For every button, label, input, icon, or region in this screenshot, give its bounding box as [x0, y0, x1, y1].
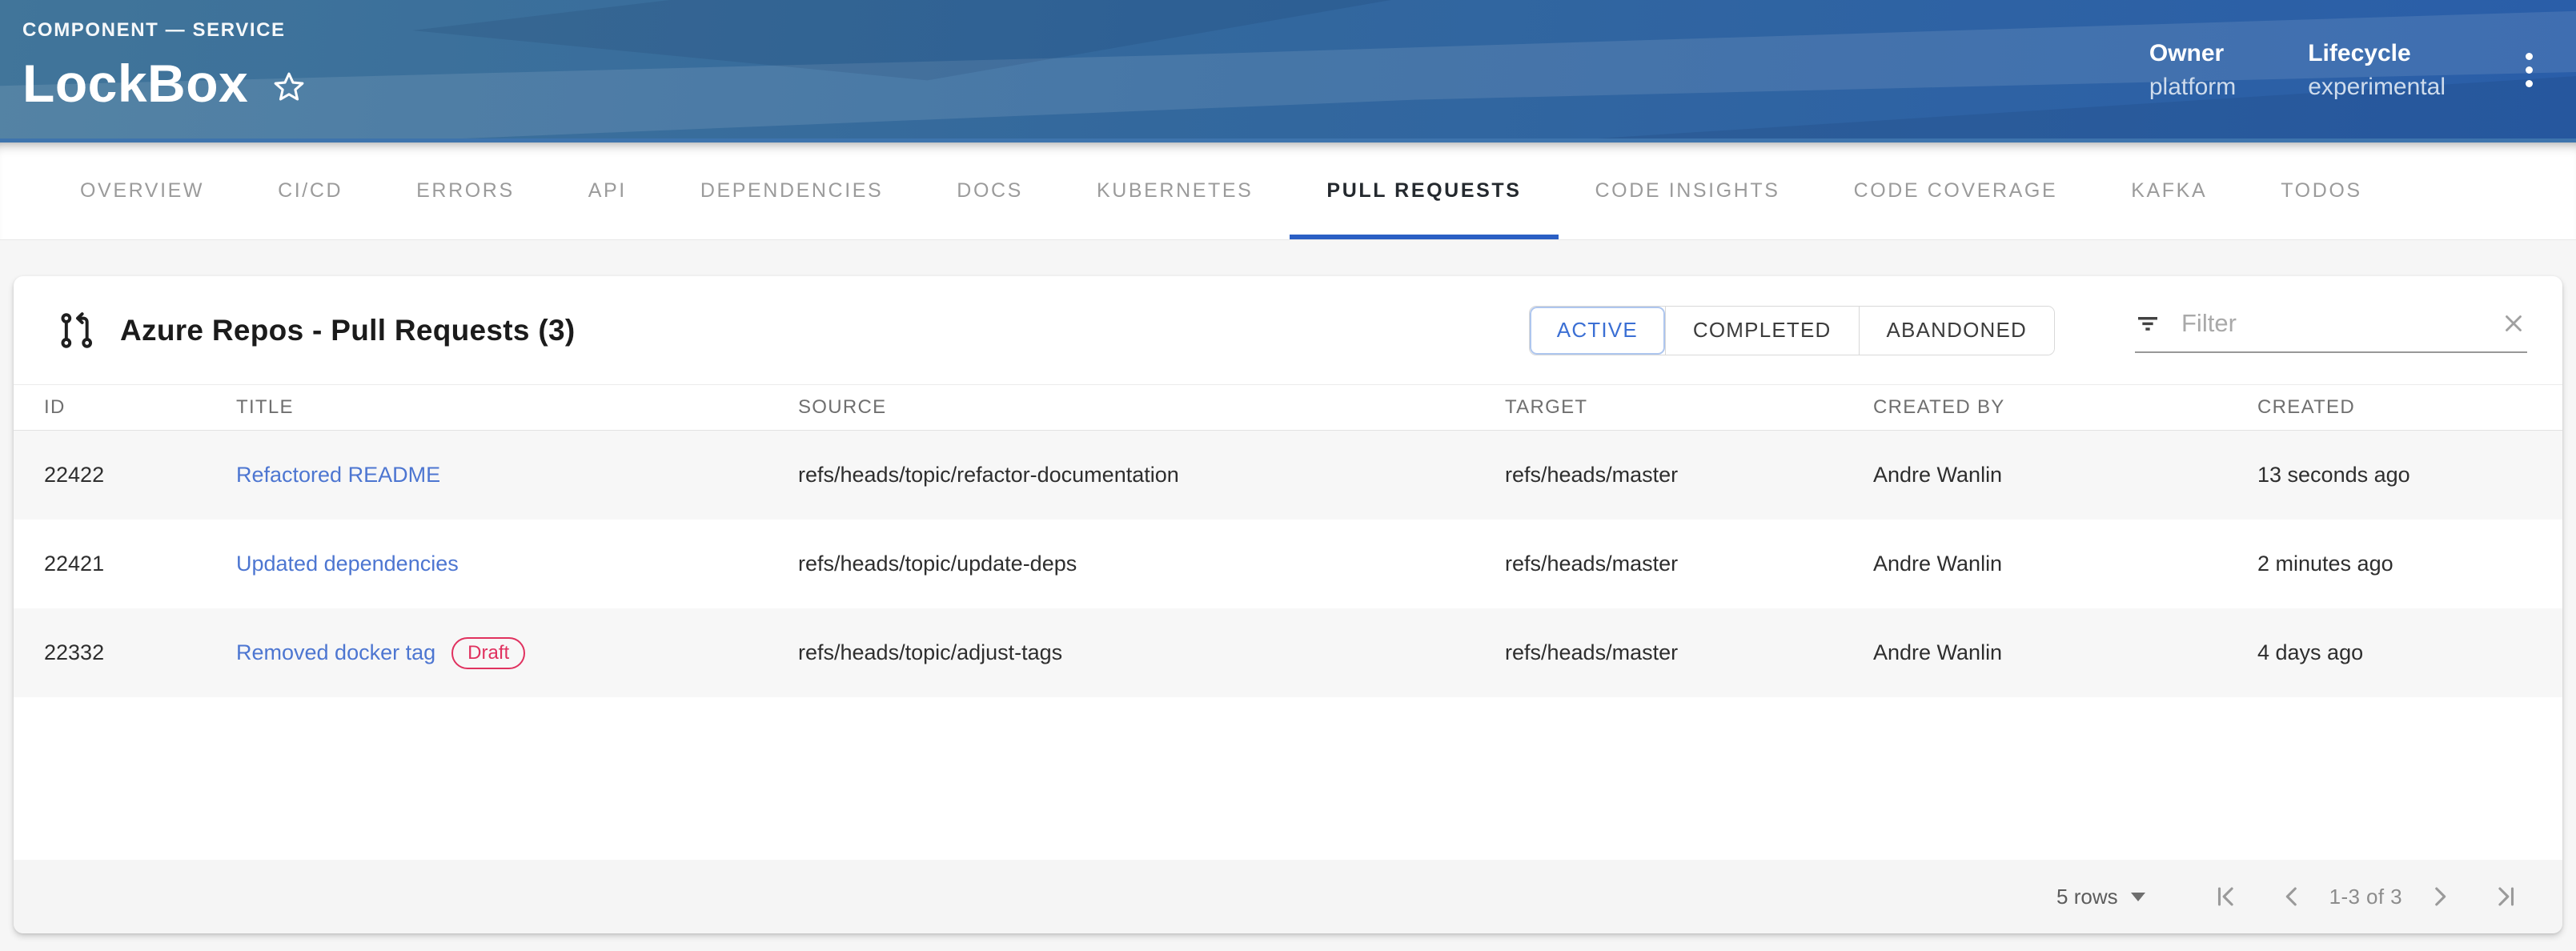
table-row: 22422 Refactored README refs/heads/topic…	[14, 431, 2562, 520]
tab-kubernetes[interactable]: KUBERNETES	[1060, 142, 1290, 239]
column-header-created: CREATED	[2257, 396, 2562, 419]
table-empty-space	[14, 697, 2562, 860]
pr-target: refs/heads/master	[1505, 640, 1873, 665]
column-header-target: TARGET	[1505, 396, 1873, 419]
pr-source: refs/heads/topic/adjust-tags	[798, 640, 1505, 665]
filter-funnel-icon	[2135, 311, 2161, 336]
pull-request-icon	[58, 311, 98, 351]
pr-title-link[interactable]: Removed docker tag	[236, 640, 435, 665]
lifecycle-block: Lifecycle experimental	[2308, 40, 2446, 101]
pr-id: 22422	[44, 463, 236, 488]
tab-overview[interactable]: OVERVIEW	[43, 142, 241, 239]
pr-title-link[interactable]: Updated dependencies	[236, 552, 459, 576]
pr-id: 22421	[44, 552, 236, 576]
content-area: Azure Repos - Pull Requests (3) ACTIVE C…	[0, 240, 2576, 933]
column-header-title: TITLE	[236, 396, 798, 419]
pull-requests-table: ID TITLE SOURCE TARGET CREATED BY CREATE…	[14, 384, 2562, 860]
pr-source: refs/heads/topic/update-deps	[798, 552, 1505, 576]
tab-docs[interactable]: DOCS	[920, 142, 1060, 239]
tab-todos[interactable]: TODOS	[2244, 142, 2398, 239]
tab-errors[interactable]: ERRORS	[379, 142, 552, 239]
pr-created: 2 minutes ago	[2257, 552, 2562, 576]
page-title: LockBox	[22, 53, 248, 114]
pr-target: refs/heads/master	[1505, 463, 1873, 488]
card-header: Azure Repos - Pull Requests (3) ACTIVE C…	[14, 276, 2562, 384]
column-header-id: ID	[44, 396, 236, 419]
filter-completed-button[interactable]: COMPLETED	[1665, 307, 1859, 355]
tab-kafka[interactable]: KAFKA	[2094, 142, 2244, 239]
tab-code-insights[interactable]: CODE INSIGHTS	[1559, 142, 1817, 239]
tab-code-coverage[interactable]: CODE COVERAGE	[1817, 142, 2095, 239]
owner-label: Owner	[2149, 40, 2236, 67]
entity-header: COMPONENT — SERVICE LockBox Owner platfo…	[0, 0, 2576, 142]
column-header-created-by: CREATED BY	[1873, 396, 2257, 419]
pull-requests-card: Azure Repos - Pull Requests (3) ACTIVE C…	[14, 276, 2562, 933]
kebab-menu-icon[interactable]	[2518, 45, 2541, 95]
pr-created-by: Andre Wanlin	[1873, 463, 2257, 488]
star-icon	[271, 69, 307, 106]
table-filter	[2135, 308, 2527, 353]
pagination-range: 1-3 of 3	[2329, 885, 2402, 909]
tab-api[interactable]: API	[552, 142, 664, 239]
first-page-button[interactable]	[2193, 873, 2259, 921]
card-title: Azure Repos - Pull Requests (3)	[120, 314, 576, 347]
first-page-icon	[2213, 883, 2240, 910]
table-row: 22421 Updated dependencies refs/heads/to…	[14, 520, 2562, 608]
lifecycle-value: experimental	[2308, 74, 2446, 101]
pr-created-by: Andre Wanlin	[1873, 640, 2257, 665]
rows-per-page-select[interactable]: 5 rows	[2056, 885, 2145, 909]
owner-value: platform	[2149, 74, 2236, 101]
lifecycle-label: Lifecycle	[2308, 40, 2446, 67]
pr-source: refs/heads/topic/refactor-documentation	[798, 463, 1505, 488]
entity-tabs: OVERVIEW CI/CD ERRORS API DEPENDENCIES D…	[0, 142, 2576, 240]
pr-title-link[interactable]: Refactored README	[236, 463, 440, 488]
table-header-row: ID TITLE SOURCE TARGET CREATED BY CREATE…	[14, 384, 2562, 431]
filter-abandoned-button[interactable]: ABANDONED	[1859, 307, 2055, 355]
tab-dependencies[interactable]: DEPENDENCIES	[664, 142, 920, 239]
tab-ci-cd[interactable]: CI/CD	[241, 142, 379, 239]
pr-created: 4 days ago	[2257, 640, 2562, 665]
pr-created: 13 seconds ago	[2257, 463, 2562, 488]
table-row: 22332 Removed docker tag Draft refs/head…	[14, 608, 2562, 697]
filter-active-button[interactable]: ACTIVE	[1530, 307, 1665, 355]
tab-pull-requests[interactable]: PULL REQUESTS	[1290, 142, 1558, 239]
pr-status-filter-group: ACTIVE COMPLETED ABANDONED	[1529, 306, 2055, 355]
breadcrumb: COMPONENT — SERVICE	[22, 19, 2149, 42]
clear-filter-button[interactable]	[2500, 310, 2527, 337]
rows-per-page-value: 5 rows	[2056, 885, 2118, 909]
table-pagination: 5 rows 1-3 of 3	[14, 860, 2562, 933]
prev-page-button[interactable]	[2259, 873, 2325, 921]
favorite-button[interactable]	[271, 69, 307, 106]
clear-icon	[2500, 310, 2527, 337]
last-page-button[interactable]	[2473, 873, 2538, 921]
last-page-icon	[2492, 883, 2519, 910]
caret-down-icon	[2131, 893, 2145, 901]
draft-status-badge: Draft	[451, 637, 525, 669]
filter-input[interactable]	[2180, 308, 2481, 339]
pr-id: 22332	[44, 640, 236, 665]
pr-created-by: Andre Wanlin	[1873, 552, 2257, 576]
column-header-source: SOURCE	[798, 396, 1505, 419]
pr-target: refs/heads/master	[1505, 552, 1873, 576]
next-page-icon	[2426, 883, 2454, 910]
owner-block: Owner platform	[2149, 40, 2236, 101]
prev-page-icon	[2278, 883, 2305, 910]
next-page-button[interactable]	[2407, 873, 2473, 921]
